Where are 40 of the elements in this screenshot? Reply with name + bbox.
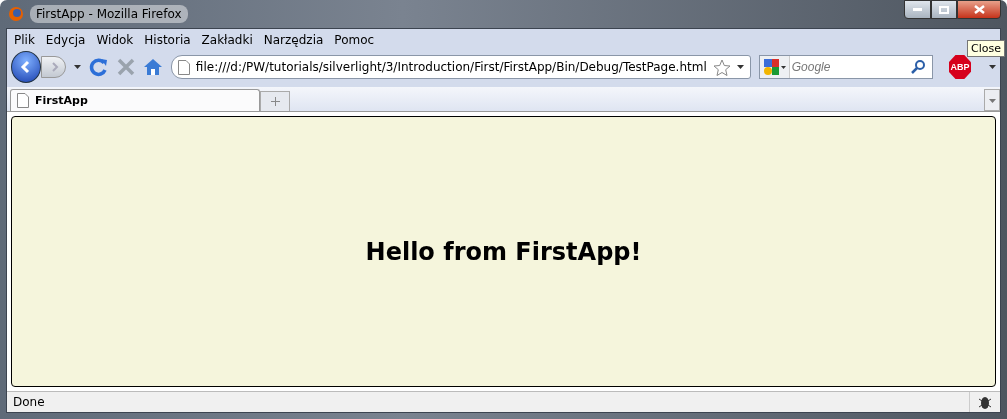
menu-item[interactable]: Historia [144, 33, 191, 47]
close-icon [973, 5, 985, 14]
dropdown-icon[interactable] [736, 65, 744, 69]
globe-icon [8, 6, 24, 22]
status-text: Done [13, 395, 45, 409]
maximize-icon [939, 5, 949, 14]
menu-item[interactable]: Zakładki [201, 33, 253, 47]
new-tab-button[interactable] [260, 91, 290, 111]
menu-item[interactable]: Narzędzia [263, 33, 324, 47]
plus-icon [270, 96, 280, 106]
bug-icon[interactable] [977, 394, 993, 410]
adblock-button[interactable]: ABP [948, 55, 971, 79]
menu-item[interactable]: Pomoc [334, 33, 375, 47]
menu-item[interactable]: Plik [14, 33, 35, 47]
history-dropdown[interactable] [73, 65, 81, 69]
star-icon[interactable] [712, 58, 731, 76]
search-engine-button[interactable] [759, 56, 790, 78]
caret-icon [988, 98, 996, 103]
address-field[interactable]: file:///d:/PW/tutorials/silverlight/3/Introduction/First/FirstApp/Bin/Debug/TestPage.html [170, 55, 751, 79]
dropdown-icon [781, 65, 786, 69]
window-title: FirstApp - Mozilla Firefox [30, 5, 188, 23]
toolbar-dropdown[interactable] [989, 65, 996, 69]
minimize-button[interactable] [904, 0, 931, 19]
reload-icon[interactable] [88, 57, 109, 77]
maximize-button[interactable] [931, 0, 957, 19]
tab[interactable]: FirstApp [10, 89, 260, 111]
back-button[interactable] [11, 51, 41, 83]
tab-list-button[interactable] [984, 89, 1000, 111]
home-icon[interactable] [142, 58, 163, 76]
search-icon[interactable] [909, 59, 926, 75]
page-icon [17, 93, 29, 108]
search-bar[interactable]: Google [758, 55, 933, 79]
close-button[interactable] [957, 0, 1001, 19]
tooltip: Close [967, 40, 1005, 57]
squares-logo-icon [762, 58, 780, 76]
page-icon [177, 59, 190, 75]
menu-item[interactable]: Widok [96, 33, 134, 47]
page-heading: Hello from FirstApp! [365, 237, 642, 266]
menu-item[interactable]: Edycja [45, 33, 86, 47]
minimize-icon [913, 8, 922, 11]
